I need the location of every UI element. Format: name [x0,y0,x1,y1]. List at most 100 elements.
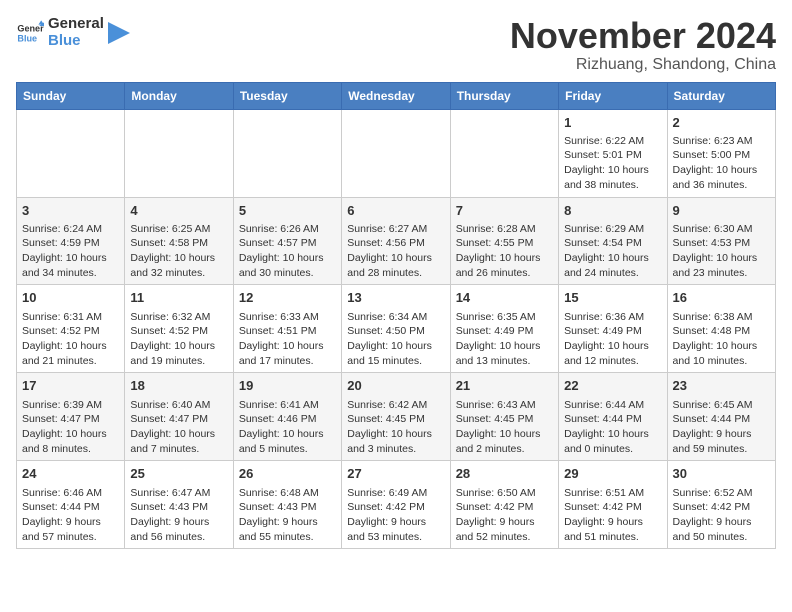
cell-content: Sunrise: 6:33 AM [239,310,336,325]
cell-content: Sunrise: 6:47 AM [130,486,227,501]
cell-content: and 38 minutes. [564,178,661,193]
day-number: 6 [347,202,444,220]
day-number: 4 [130,202,227,220]
cell-content: Daylight: 10 hours [347,427,444,442]
logo-icon: General Blue [16,19,44,47]
day-number: 25 [130,465,227,483]
calendar-cell: 8Sunrise: 6:29 AMSunset: 4:54 PMDaylight… [559,197,667,285]
cell-content: Daylight: 10 hours [564,339,661,354]
cell-content: Daylight: 10 hours [456,339,553,354]
cell-content: Sunset: 4:54 PM [564,236,661,251]
cell-content: Daylight: 10 hours [239,251,336,266]
cell-content: and 52 minutes. [456,530,553,545]
cell-content: Sunrise: 6:46 AM [22,486,119,501]
cell-content: Sunset: 4:49 PM [564,324,661,339]
cell-content: and 32 minutes. [130,266,227,281]
cell-content: and 5 minutes. [239,442,336,457]
cell-content: and 12 minutes. [564,354,661,369]
header-day-saturday: Saturday [667,82,775,109]
cell-content: Daylight: 10 hours [564,163,661,178]
calendar-cell: 27Sunrise: 6:49 AMSunset: 4:42 PMDayligh… [342,461,450,549]
calendar-cell: 18Sunrise: 6:40 AMSunset: 4:47 PMDayligh… [125,373,233,461]
cell-content: and 24 minutes. [564,266,661,281]
calendar-cell [125,109,233,197]
cell-content: Sunrise: 6:28 AM [456,222,553,237]
day-number: 17 [22,377,119,395]
calendar-cell: 23Sunrise: 6:45 AMSunset: 4:44 PMDayligh… [667,373,775,461]
cell-content: Daylight: 10 hours [22,339,119,354]
header-row: SundayMondayTuesdayWednesdayThursdayFrid… [17,82,776,109]
cell-content: Sunrise: 6:39 AM [22,398,119,413]
cell-content: and 53 minutes. [347,530,444,545]
cell-content: Sunset: 4:52 PM [22,324,119,339]
title-block: November 2024 Rizhuang, Shandong, China [510,16,776,74]
cell-content: Daylight: 10 hours [456,251,553,266]
cell-content: Sunrise: 6:42 AM [347,398,444,413]
cell-content: and 56 minutes. [130,530,227,545]
calendar-cell: 12Sunrise: 6:33 AMSunset: 4:51 PMDayligh… [233,285,341,373]
day-number: 1 [564,114,661,132]
cell-content: Sunset: 4:47 PM [130,412,227,427]
calendar-cell: 21Sunrise: 6:43 AMSunset: 4:45 PMDayligh… [450,373,558,461]
day-number: 14 [456,289,553,307]
cell-content: Sunset: 4:56 PM [347,236,444,251]
cell-content: and 7 minutes. [130,442,227,457]
cell-content: Daylight: 10 hours [239,339,336,354]
cell-content: Sunrise: 6:24 AM [22,222,119,237]
location-subtitle: Rizhuang, Shandong, China [510,56,776,74]
calendar-week-2: 3Sunrise: 6:24 AMSunset: 4:59 PMDaylight… [17,197,776,285]
cell-content: Sunset: 4:47 PM [22,412,119,427]
cell-content: Sunset: 4:44 PM [564,412,661,427]
calendar-header: SundayMondayTuesdayWednesdayThursdayFrid… [17,82,776,109]
logo: General Blue General Blue [16,16,130,49]
cell-content: Sunset: 4:46 PM [239,412,336,427]
cell-content: and 3 minutes. [347,442,444,457]
calendar-cell: 29Sunrise: 6:51 AMSunset: 4:42 PMDayligh… [559,461,667,549]
calendar-cell: 11Sunrise: 6:32 AMSunset: 4:52 PMDayligh… [125,285,233,373]
cell-content: Daylight: 10 hours [347,251,444,266]
cell-content: Daylight: 10 hours [22,251,119,266]
cell-content: and 57 minutes. [22,530,119,545]
cell-content: Sunrise: 6:50 AM [456,486,553,501]
calendar-cell: 2Sunrise: 6:23 AMSunset: 5:00 PMDaylight… [667,109,775,197]
day-number: 29 [564,465,661,483]
calendar-cell: 26Sunrise: 6:48 AMSunset: 4:43 PMDayligh… [233,461,341,549]
calendar-cell: 22Sunrise: 6:44 AMSunset: 4:44 PMDayligh… [559,373,667,461]
day-number: 11 [130,289,227,307]
day-number: 21 [456,377,553,395]
calendar-cell: 7Sunrise: 6:28 AMSunset: 4:55 PMDaylight… [450,197,558,285]
cell-content: Sunset: 4:44 PM [22,500,119,515]
header-day-tuesday: Tuesday [233,82,341,109]
calendar-cell: 24Sunrise: 6:46 AMSunset: 4:44 PMDayligh… [17,461,125,549]
cell-content: Sunrise: 6:51 AM [564,486,661,501]
cell-content: Daylight: 9 hours [239,515,336,530]
calendar-cell: 10Sunrise: 6:31 AMSunset: 4:52 PMDayligh… [17,285,125,373]
calendar-week-4: 17Sunrise: 6:39 AMSunset: 4:47 PMDayligh… [17,373,776,461]
cell-content: Sunrise: 6:30 AM [673,222,770,237]
cell-content: Daylight: 9 hours [456,515,553,530]
day-number: 13 [347,289,444,307]
day-number: 24 [22,465,119,483]
cell-content: Sunrise: 6:31 AM [22,310,119,325]
day-number: 9 [673,202,770,220]
cell-content: Sunrise: 6:27 AM [347,222,444,237]
cell-content: Sunrise: 6:38 AM [673,310,770,325]
cell-content: Daylight: 10 hours [673,163,770,178]
svg-text:General: General [17,23,44,33]
cell-content: Sunset: 4:44 PM [673,412,770,427]
cell-content: Daylight: 10 hours [564,251,661,266]
cell-content: and 26 minutes. [456,266,553,281]
cell-content: Sunset: 4:53 PM [673,236,770,251]
cell-content: Sunset: 4:52 PM [130,324,227,339]
cell-content: Daylight: 10 hours [130,251,227,266]
day-number: 20 [347,377,444,395]
cell-content: Daylight: 10 hours [673,251,770,266]
cell-content: Sunrise: 6:26 AM [239,222,336,237]
calendar-cell: 6 Sunrise: 6:27 AMSunset: 4:56 PMDaylight… [342,197,450,285]
cell-content: Daylight: 10 hours [564,427,661,442]
calendar-week-1: 1Sunrise: 6:22 AMSunset: 5:01 PMDaylight… [17,109,776,197]
cell-content: and 2 minutes. [456,442,553,457]
cell-content: and 50 minutes. [673,530,770,545]
header-day-wednesday: Wednesday [342,82,450,109]
day-number: 19 [239,377,336,395]
